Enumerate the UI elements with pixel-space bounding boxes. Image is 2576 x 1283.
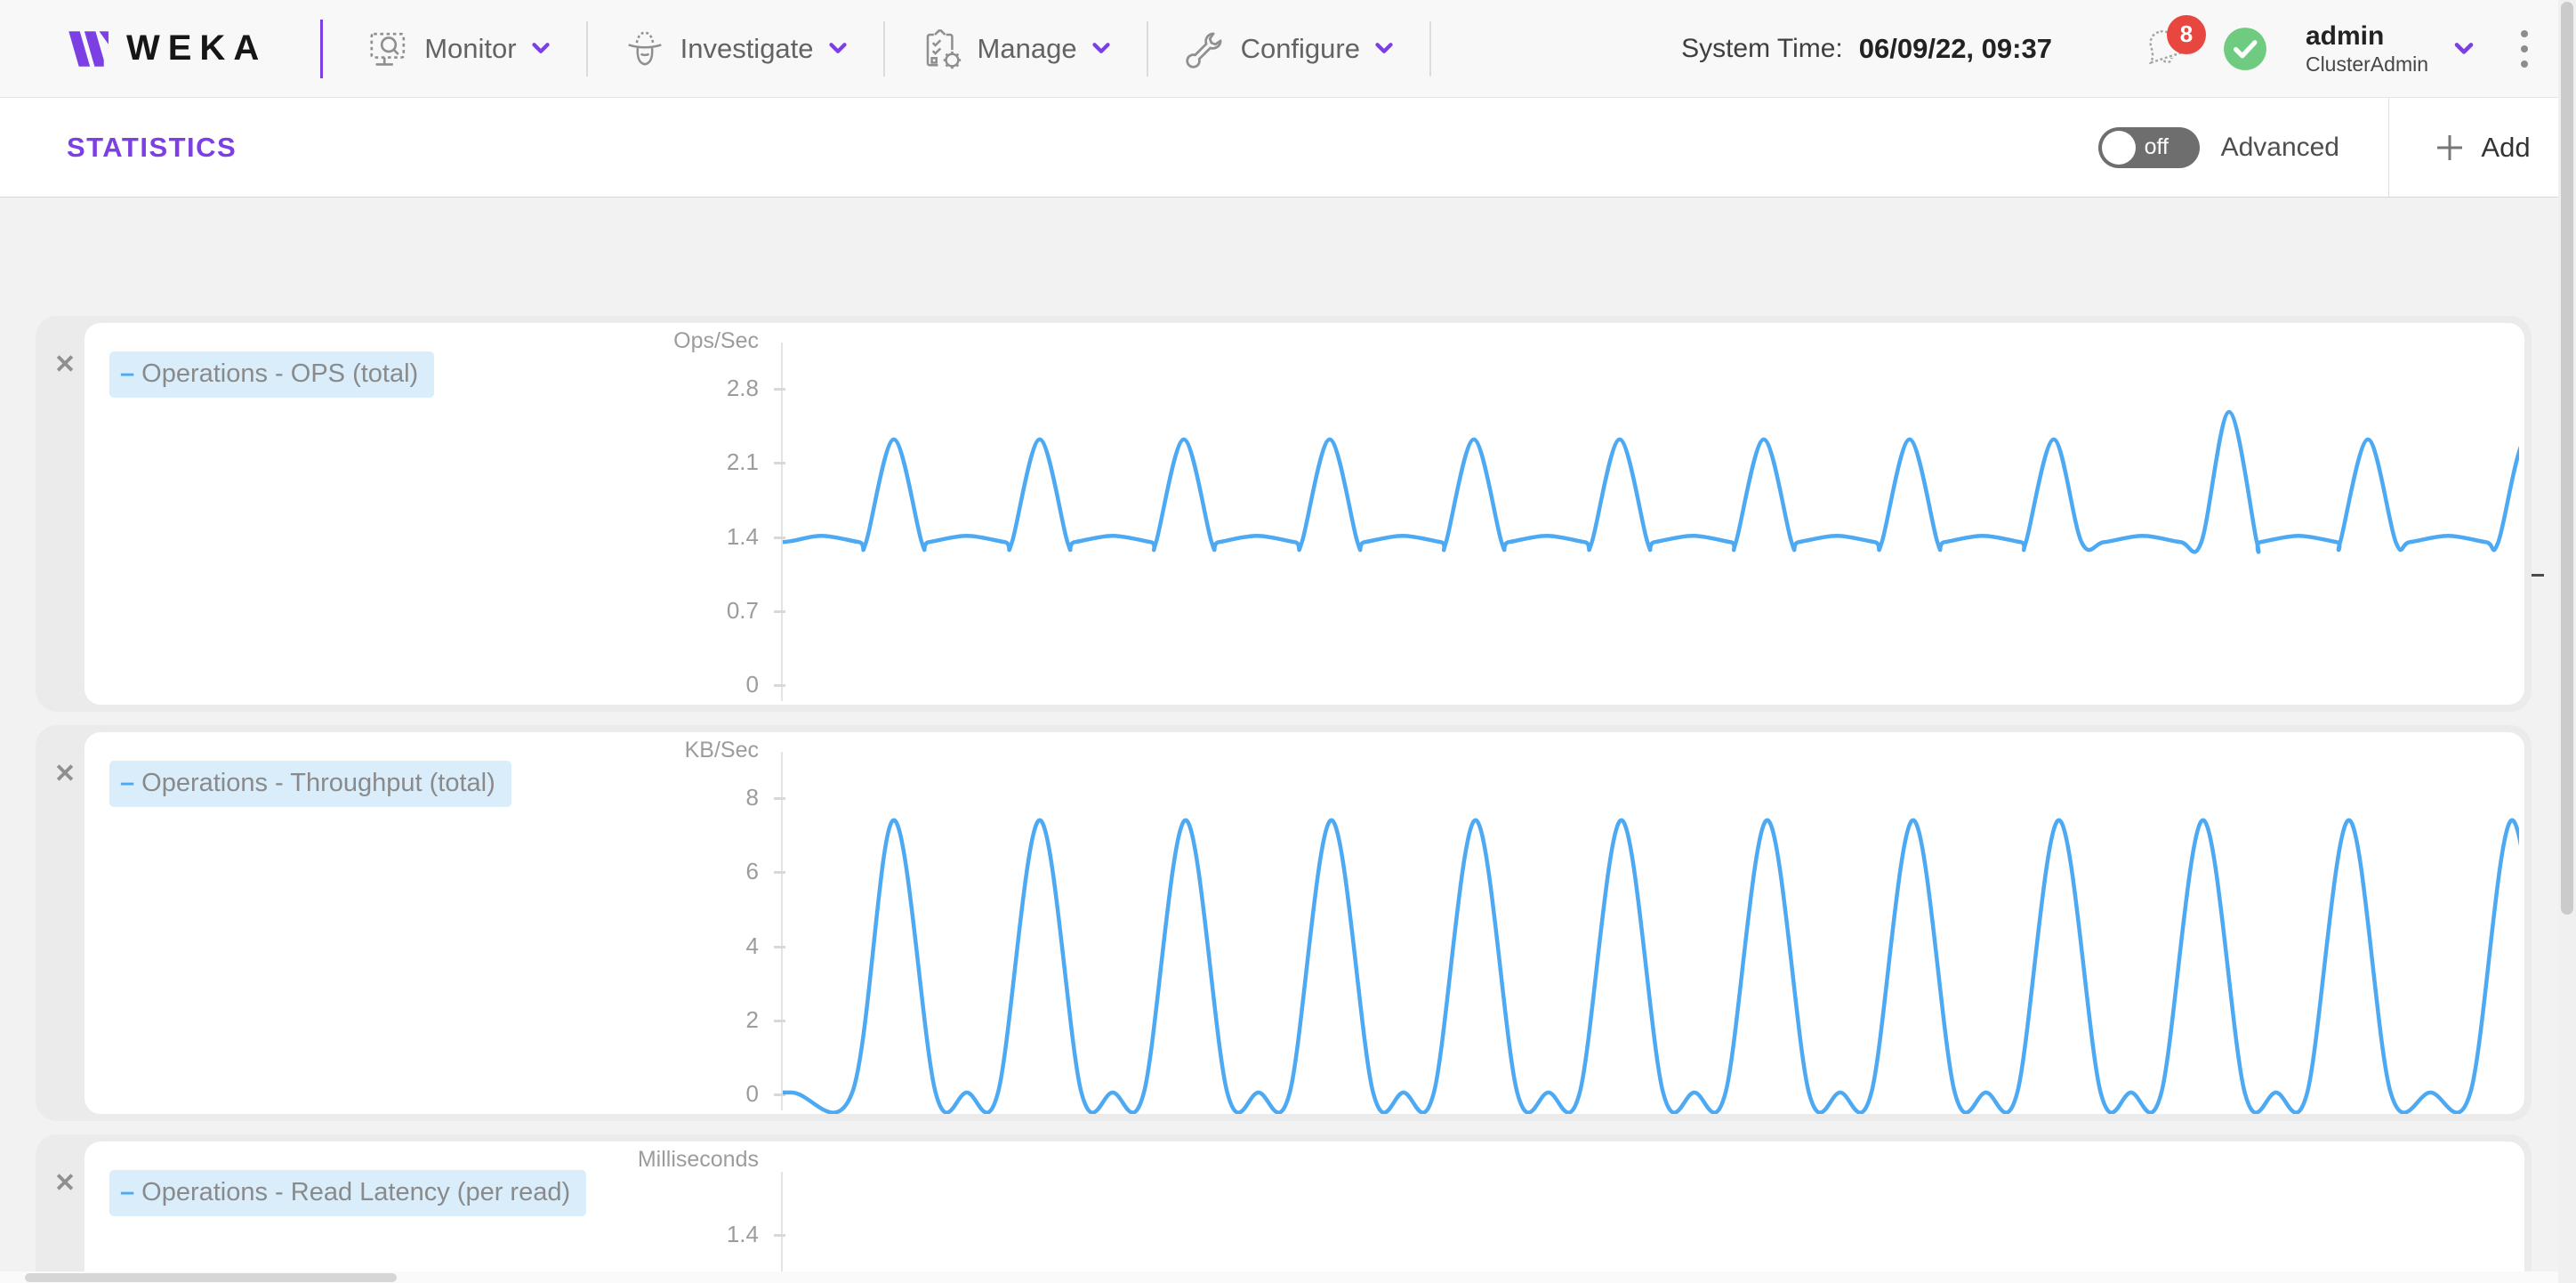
weka-logo[interactable]: WEKA [62, 25, 267, 73]
clipboard-gear-icon [921, 28, 963, 70]
toggle-knob [2102, 131, 2136, 165]
close-panel-button[interactable]: ✕ [49, 348, 81, 380]
health-status-icon[interactable] [2222, 26, 2268, 72]
nav-label-monitor: Monitor [424, 33, 516, 65]
y-tick-mark [774, 1234, 785, 1237]
chevron-down-icon [1374, 42, 1394, 55]
wrench-icon [1184, 28, 1227, 70]
horizontal-scrollbar[interactable] [0, 1271, 2558, 1283]
system-time-value: 06/09/22, 09:37 [1859, 33, 2052, 65]
add-button[interactable]: Add [2389, 98, 2576, 197]
user-menu[interactable]: admin ClusterAdmin [2306, 21, 2428, 76]
statistics-content: Range: 09 06/09/22 08:37 ❯ 09 06/09/22 0… [0, 316, 2576, 1283]
plus-icon [2435, 133, 2465, 163]
y-tick-label: 0 [85, 671, 759, 698]
nav-label-investigate: Investigate [680, 33, 814, 65]
y-axis-unit: Ops/Sec [85, 328, 759, 354]
top-nav: WEKA Monitor Investigate [0, 0, 2576, 98]
horizontal-scrollbar-thumb[interactable] [25, 1273, 397, 1282]
chart-line-svg [783, 732, 2519, 1114]
chart-card: – Operations - Throughput (total) KB/Sec… [85, 732, 2524, 1114]
close-panel-button[interactable]: ✕ [49, 1166, 81, 1198]
y-tick-label: 8 [85, 784, 759, 811]
vertical-scrollbar-thumb[interactable] [2561, 2, 2573, 915]
y-tick-label: 2.1 [85, 448, 759, 476]
brand-divider [320, 20, 323, 78]
series-color-dash: – [120, 1178, 134, 1207]
chevron-down-icon[interactable] [2453, 42, 2475, 56]
nav-item-monitor[interactable]: Monitor [367, 28, 550, 69]
user-role: ClusterAdmin [2306, 52, 2428, 76]
notifications-bell[interactable]: 8 [2137, 22, 2192, 76]
chart-line-svg [783, 323, 2519, 705]
close-panel-button[interactable]: ✕ [49, 757, 81, 789]
nav-divider [1147, 21, 1148, 77]
nav-item-manage[interactable]: Manage [921, 28, 1111, 70]
y-axis-line [781, 1172, 783, 1283]
nav-item-investigate[interactable]: Investigate [624, 28, 848, 70]
chart-panel-read-latency: ✕ – Operations - Read Latency (per read)… [36, 1134, 2532, 1283]
detective-icon [624, 28, 666, 70]
y-tick-label: 0.7 [85, 597, 759, 625]
nav-divider [586, 21, 588, 77]
y-tick-label: 2.8 [85, 375, 759, 402]
advanced-toggle[interactable]: off [2098, 127, 2200, 168]
y-tick-label: 1.4 [85, 523, 759, 551]
title-bar-actions: off Advanced Add [2098, 98, 2576, 197]
y-tick-label: 0 [85, 1080, 759, 1108]
title-bar: STATISTICS off Advanced Add [0, 98, 2576, 198]
brand-name: WEKA [126, 28, 267, 69]
chart-card: – Operations - OPS (total) Ops/Sec 2.82.… [85, 323, 2524, 705]
notification-count-badge[interactable]: 8 [2167, 15, 2206, 54]
chevron-down-icon [828, 42, 848, 55]
y-axis-unit: Milliseconds [85, 1147, 759, 1173]
toggle-state-label: off [2145, 134, 2169, 160]
nav-item-configure[interactable]: Configure [1184, 28, 1394, 70]
monitor-search-icon [367, 28, 410, 69]
weka-logo-icon [62, 25, 110, 73]
nav-label-manage: Manage [978, 33, 1077, 65]
chart-panel-ops: ✕ – Operations - OPS (total) Ops/Sec 2.8… [36, 316, 2532, 712]
y-tick-label: 6 [85, 858, 759, 885]
add-button-label: Add [2481, 132, 2530, 164]
page-title: STATISTICS [67, 132, 237, 164]
system-time-label: System Time: [1681, 34, 1843, 64]
series-legend-chip[interactable]: – Operations - Read Latency (per read) [109, 1170, 586, 1216]
y-tick-label: 1.4 [85, 1221, 759, 1248]
nav-divider [883, 21, 885, 77]
series-title: Operations - Read Latency (per read) [141, 1178, 570, 1207]
nav-divider [1429, 21, 1431, 77]
user-name: admin [2306, 21, 2428, 52]
nav-right: System Time: 06/09/22, 09:37 8 admin Clu… [1681, 21, 2540, 76]
advanced-label: Advanced [2221, 133, 2339, 163]
chart-card: – Operations - Read Latency (per read) M… [85, 1142, 2524, 1283]
chart-panel-throughput: ✕ – Operations - Throughput (total) KB/S… [36, 725, 2532, 1121]
y-axis-unit: KB/Sec [85, 738, 759, 763]
y-tick-label: 2 [85, 1006, 759, 1034]
vertical-scrollbar[interactable] [2558, 0, 2576, 1283]
nav-label-configure: Configure [1241, 33, 1360, 65]
chevron-down-icon [531, 42, 551, 55]
advanced-toggle-group: off Advanced [2098, 127, 2388, 168]
y-tick-label: 4 [85, 932, 759, 960]
chevron-down-icon [1091, 42, 1111, 55]
more-options-menu-icon[interactable] [2521, 30, 2528, 68]
